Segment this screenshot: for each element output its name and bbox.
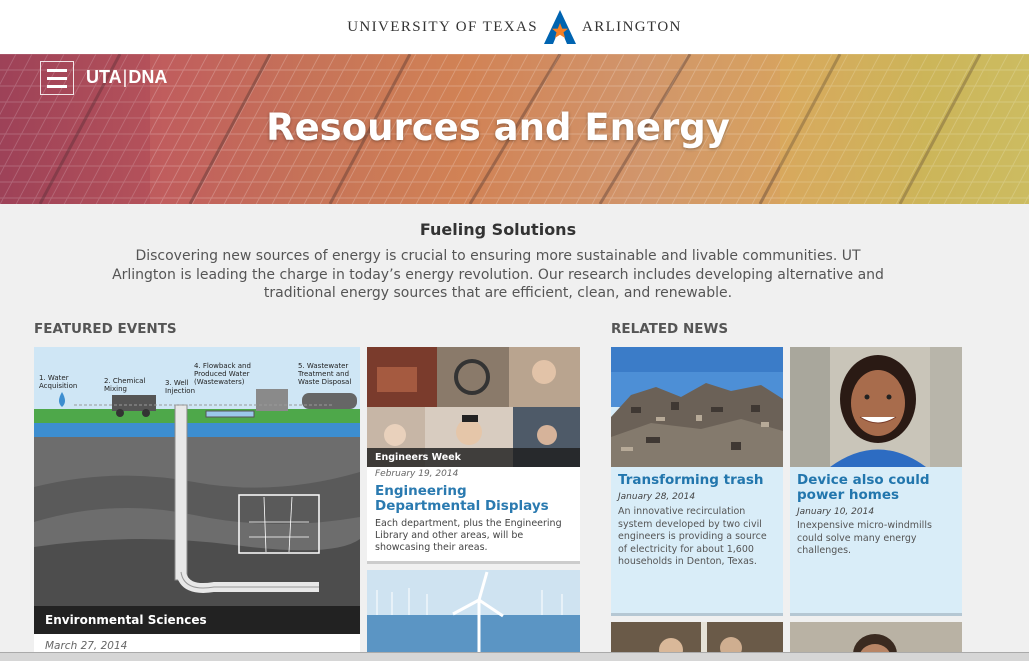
logo-text-right[interactable]: ARLINGTON (582, 19, 682, 36)
brand-right: DNA (128, 67, 168, 87)
diagram-label-5: 5. Wastewater Treatment and Waste Dispos… (298, 362, 352, 386)
news-card-device-power-homes[interactable]: Device also could power homes January 10… (790, 347, 962, 616)
wind-turbines-image (367, 570, 580, 660)
news-date: January 10, 2014 (797, 507, 875, 517)
event-card-engineers-week[interactable]: Engineers Week February 19, 2014 Enginee… (367, 347, 580, 564)
event-date: February 19, 2014 (375, 469, 459, 479)
hamburger-icon[interactable] (40, 61, 74, 95)
event-headline-link[interactable]: Engineering Departmental Displays (375, 484, 575, 514)
event-card-wind-turbines[interactable] (367, 570, 580, 660)
diagram-label-4: 4. Flowback and Produced Water (Wastewat… (194, 362, 251, 386)
page-title: Resources and Energy (266, 106, 730, 149)
university-header: UNIVERSITY OF TEXAS ARLINGTON (0, 0, 1029, 55)
news-card-transforming-trash[interactable]: Transforming trash January 28, 2014 An i… (611, 347, 783, 616)
scrap-pile-image (611, 347, 783, 467)
logo-text-left[interactable]: UNIVERSITY OF TEXAS (347, 19, 538, 36)
star-a-logo-icon[interactable] (542, 9, 578, 45)
researcher-portrait-image (790, 347, 962, 467)
event-card-environmental-sciences[interactable]: 1. Water Acquisition 2. Chemical Mixing … (34, 347, 360, 660)
event-tag: Engineers Week (367, 448, 580, 467)
hero-banner: UTA|DNA Resources and Energy (0, 54, 1029, 204)
news-headline-link[interactable]: Transforming trash (618, 473, 780, 488)
news-date: January 28, 2014 (618, 492, 696, 502)
intro-title: Fueling Solutions (419, 220, 577, 239)
brand-separator: | (122, 67, 128, 87)
diagram-label-1: 1. Water Acquisition (39, 374, 78, 390)
intro-text: Discovering new sources of energy is cru… (112, 248, 884, 301)
diagram-label-2: 2. Chemical Mixing (104, 377, 146, 393)
uta-dna-brand[interactable]: UTA|DNA (86, 67, 167, 88)
news-description: Inexpensive micro-windmills could solve … (797, 520, 932, 556)
featured-events-title: FEATURED EVENTS (34, 321, 177, 337)
event-category-label: Environmental Sciences (34, 606, 360, 634)
related-news-title: RELATED NEWS (611, 321, 729, 337)
news-headline-link[interactable]: Device also could power homes (797, 473, 959, 503)
news-description: An innovative recirculation system devel… (618, 506, 767, 567)
event-description: Each department, plus the Engineering Li… (375, 518, 562, 553)
event-date: March 27, 2014 (45, 640, 128, 652)
brand-left: UTA (86, 67, 122, 87)
